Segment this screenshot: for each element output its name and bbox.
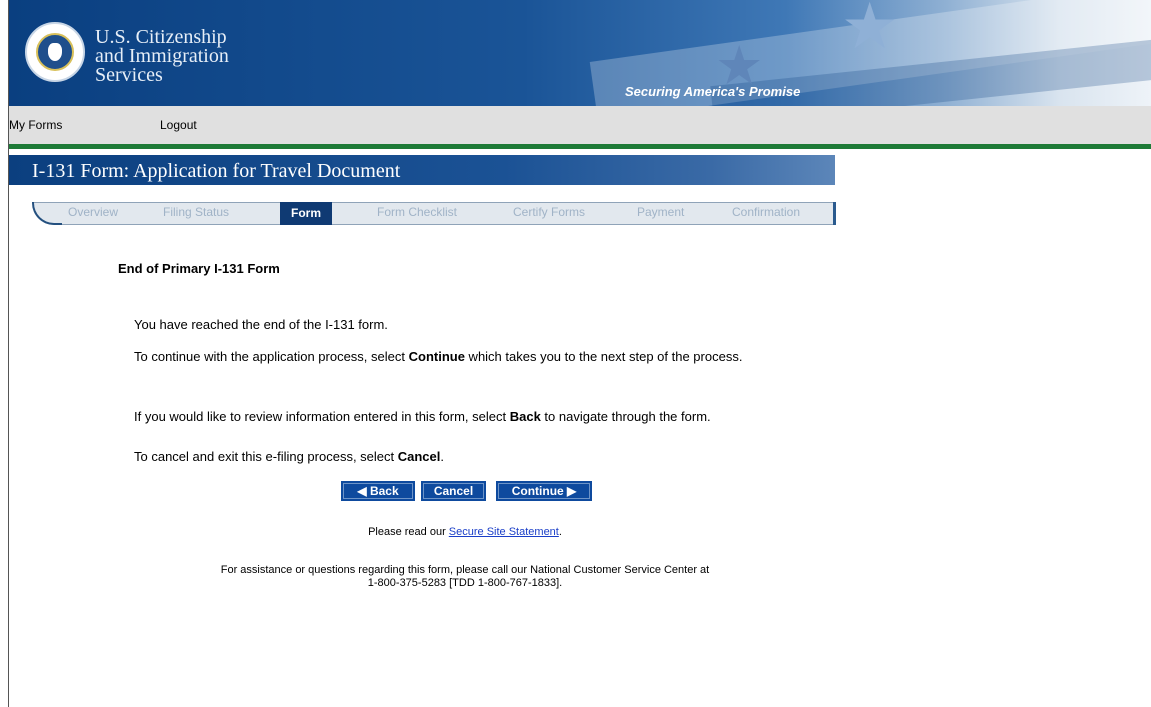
site-banner: ★ ★ U.S. Citizenship and Immigration Ser… bbox=[9, 0, 1151, 106]
tab-form-checklist[interactable]: Form Checklist bbox=[377, 205, 457, 219]
instruction-cancel: To cancel and exit this e-filing process… bbox=[134, 449, 445, 464]
form-title: I-131 Form: Application for Travel Docum… bbox=[32, 160, 401, 182]
nav-divider bbox=[9, 144, 1151, 149]
secure-site-note: Please read our Secure Site Statement. bbox=[368, 526, 562, 538]
tab-payment[interactable]: Payment bbox=[637, 205, 684, 219]
tab-overview[interactable]: Overview bbox=[68, 205, 118, 219]
back-button[interactable]: ◀ Back bbox=[341, 481, 415, 501]
progress-tabs: Overview Filing Status Form Form Checkli… bbox=[32, 202, 836, 225]
star-icon: ★ bbox=[841, 0, 899, 62]
instruction-text: You have reached the end of the I-131 fo… bbox=[134, 316, 804, 334]
cancel-button[interactable]: Cancel bbox=[421, 481, 486, 501]
page-heading: End of Primary I-131 Form bbox=[118, 261, 280, 276]
tab-confirmation[interactable]: Confirmation bbox=[732, 205, 800, 219]
dhs-seal-icon bbox=[25, 22, 85, 82]
instruction-continue: To continue with the application process… bbox=[134, 349, 743, 364]
window-left-border bbox=[0, 0, 9, 707]
instruction-back: If you would like to review information … bbox=[134, 409, 711, 424]
tab-bar-end bbox=[833, 202, 836, 225]
tab-filing-status[interactable]: Filing Status bbox=[163, 205, 229, 219]
top-nav: My Forms Logout bbox=[9, 106, 1151, 144]
form-title-bar: I-131 Form: Application for Travel Docum… bbox=[9, 155, 835, 185]
tab-form[interactable]: Form bbox=[280, 202, 332, 225]
tagline: Securing America's Promise bbox=[625, 84, 801, 99]
assistance-note: For assistance or questions regarding th… bbox=[220, 564, 710, 589]
tab-certify-forms[interactable]: Certify Forms bbox=[513, 205, 585, 219]
secure-site-link[interactable]: Secure Site Statement bbox=[449, 526, 559, 538]
tab-bar-curve bbox=[32, 202, 62, 225]
instruction-end-of-form: You have reached the end of the I-131 fo… bbox=[134, 317, 388, 332]
agency-name: U.S. Citizenship and Immigration Service… bbox=[95, 26, 229, 86]
nav-logout[interactable]: Logout bbox=[160, 118, 197, 132]
nav-my-forms[interactable]: My Forms bbox=[9, 118, 62, 132]
continue-button[interactable]: Continue ▶ bbox=[496, 481, 592, 501]
